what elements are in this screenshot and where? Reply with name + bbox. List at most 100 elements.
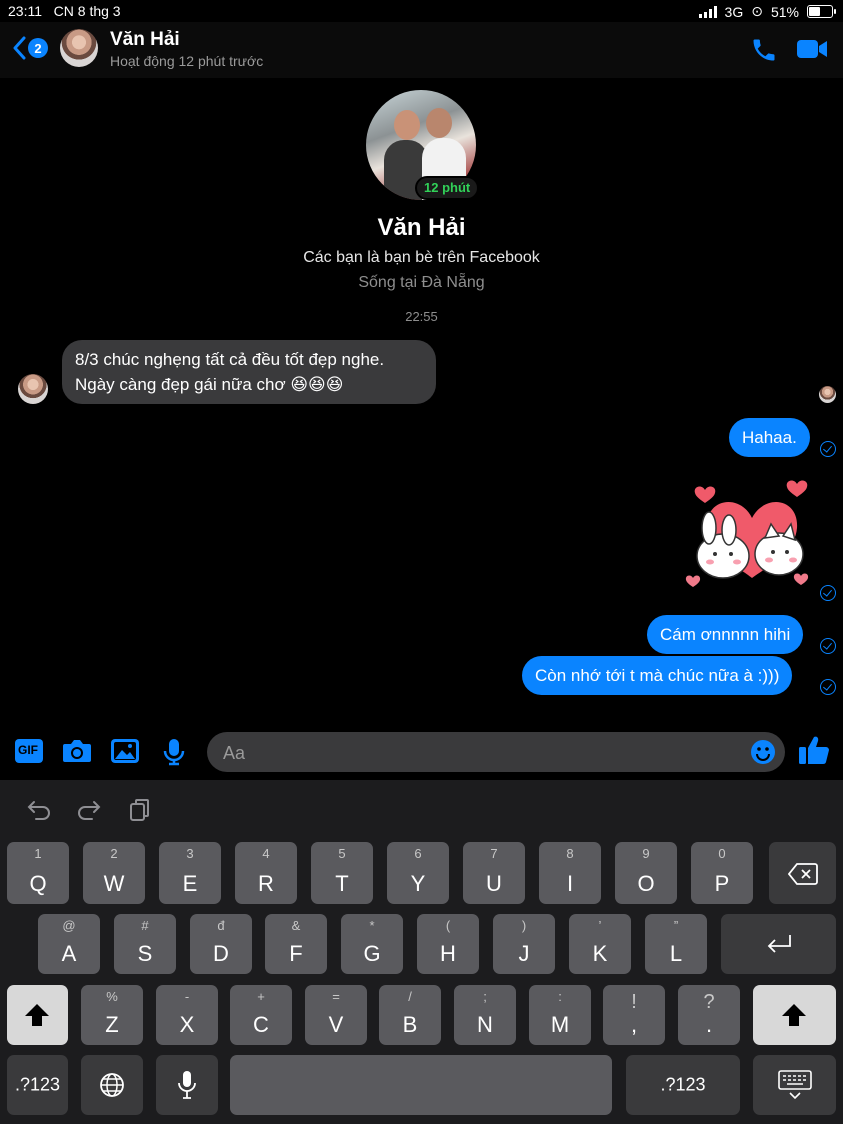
key-m[interactable]: :M xyxy=(529,985,591,1045)
hide-keyboard-key[interactable] xyxy=(753,1055,836,1115)
chat-header: 2 Văn Hải Hoạt động 12 phút trước xyxy=(0,22,843,78)
key-comma[interactable]: !, xyxy=(603,985,665,1045)
active-time-badge: 12 phút xyxy=(415,176,480,200)
gallery-button[interactable] xyxy=(110,738,140,769)
delivered-check-icon xyxy=(820,679,836,695)
status-time: 23:11 xyxy=(8,3,42,19)
avatar[interactable] xyxy=(60,29,98,67)
signal-icon xyxy=(698,5,717,18)
clipboard-icon xyxy=(130,799,149,821)
dictation-key[interactable] xyxy=(156,1055,218,1115)
keyboard-hide-icon xyxy=(778,1070,812,1100)
key-e[interactable]: 3E xyxy=(159,842,221,904)
on-screen-keyboard: 1Q 2W 3E 4R 5T 6Y 7U 8I 9O 0P @ A # S đD &… xyxy=(0,780,843,1124)
key-w[interactable]: 2W xyxy=(83,842,145,904)
seen-avatar xyxy=(819,386,836,403)
space-key[interactable] xyxy=(230,1055,612,1115)
status-bar: 23:11 CN 8 thg 3 3G ⊙ 51% xyxy=(0,0,843,22)
outgoing-message[interactable]: Còn nhớ tới t mà chúc nữa à :))) xyxy=(522,656,793,695)
key-u[interactable]: 7U xyxy=(463,842,525,904)
key-j[interactable]: ) J xyxy=(493,914,555,974)
activity-status: Hoạt động 12 phút trước xyxy=(110,53,264,69)
delivered-check-icon xyxy=(820,441,836,457)
video-call-button[interactable] xyxy=(796,38,828,65)
undo-button[interactable] xyxy=(26,798,52,827)
message-composer: GIF xyxy=(0,725,843,780)
shift-key-right[interactable] xyxy=(753,985,836,1045)
voice-record-button[interactable] xyxy=(162,738,186,771)
key-h[interactable]: (H xyxy=(417,914,479,974)
microphone-icon xyxy=(178,1071,196,1099)
back-button[interactable]: 2 xyxy=(12,36,48,60)
phone-icon xyxy=(753,39,775,61)
key-p[interactable]: 0P xyxy=(691,842,753,904)
key-f[interactable]: & F xyxy=(265,914,327,974)
key-period[interactable]: ?. xyxy=(678,985,740,1045)
key-n[interactable]: ; N xyxy=(454,985,516,1045)
unread-badge: 2 xyxy=(28,38,48,58)
key-l[interactable]: ” L xyxy=(645,914,707,974)
shift-icon xyxy=(782,1004,806,1026)
video-camera-icon xyxy=(797,40,827,58)
contact-name[interactable]: Văn Hải xyxy=(110,29,180,51)
redo-button[interactable] xyxy=(76,798,102,827)
return-key[interactable] xyxy=(721,914,836,974)
key-v[interactable]: = V xyxy=(305,985,367,1045)
numbers-key-left[interactable]: .?123 xyxy=(7,1055,68,1115)
outgoing-message[interactable]: Cám ơnnnnn hihi xyxy=(647,615,804,654)
delivered-check-icon xyxy=(820,638,836,654)
key-g[interactable]: * G xyxy=(341,914,403,974)
voice-call-button[interactable] xyxy=(750,36,778,69)
shift-icon xyxy=(25,1004,49,1026)
delivered-check-icon xyxy=(820,585,836,601)
like-button[interactable] xyxy=(798,735,830,770)
profile-name: Văn Hải xyxy=(377,214,466,241)
camera-button[interactable] xyxy=(62,738,92,769)
key-o[interactable]: 9O xyxy=(615,842,677,904)
keyboard-toolbar xyxy=(0,780,843,840)
key-z[interactable]: % Z xyxy=(81,985,143,1045)
numbers-key-right[interactable]: .?123 xyxy=(626,1055,740,1115)
status-date: CN 8 thg 3 xyxy=(53,3,121,19)
globe-key[interactable] xyxy=(81,1055,143,1115)
key-k[interactable]: ’ K xyxy=(569,914,631,974)
paste-button[interactable] xyxy=(128,798,152,827)
key-y[interactable]: 6Y xyxy=(387,842,449,904)
message-input-field[interactable] xyxy=(207,732,785,774)
redo-icon xyxy=(78,801,101,820)
key-a[interactable]: @ A xyxy=(38,914,100,974)
chevron-left-icon xyxy=(13,36,26,60)
shift-key-left[interactable] xyxy=(7,985,68,1045)
backspace-icon xyxy=(788,863,818,885)
orientation-lock-icon: ⊙ xyxy=(751,3,763,19)
message-input[interactable] xyxy=(221,732,745,774)
emoji-button[interactable] xyxy=(750,739,776,770)
gif-label: GIF xyxy=(18,743,38,757)
gif-button[interactable]: GIF xyxy=(14,738,44,769)
network-type: 3G xyxy=(724,3,744,20)
key-t[interactable]: 5T xyxy=(311,842,373,904)
return-icon xyxy=(767,935,791,953)
key-s[interactable]: # S xyxy=(114,914,176,974)
heart-bunny-sticker[interactable] xyxy=(685,478,815,598)
key-b[interactable]: / B xyxy=(379,985,441,1045)
battery-icon xyxy=(807,5,836,18)
globe-icon xyxy=(100,1073,124,1097)
location-info: Sống tại Đà Nẵng xyxy=(358,274,485,291)
backspace-key[interactable] xyxy=(769,842,836,904)
key-q[interactable]: 1Q xyxy=(7,842,69,904)
key-c[interactable]: + C xyxy=(230,985,292,1045)
undo-icon xyxy=(27,801,50,820)
outgoing-message[interactable]: Hahaa. xyxy=(729,418,810,457)
smiley-icon xyxy=(751,740,775,764)
key-i[interactable]: 8I xyxy=(539,842,601,904)
key-d[interactable]: đD xyxy=(190,914,252,974)
sender-avatar[interactable] xyxy=(18,374,48,404)
key-x[interactable]: -X xyxy=(156,985,218,1045)
thumbs-up-icon xyxy=(799,736,829,764)
camera-icon xyxy=(63,740,91,762)
key-r[interactable]: 4R xyxy=(235,842,297,904)
battery-percent: 51% xyxy=(770,3,799,20)
microphone-icon xyxy=(163,739,185,766)
incoming-message[interactable]: 8/3 chúc nghẹng tất cả đều tốt đẹp nghe.… xyxy=(62,340,436,404)
